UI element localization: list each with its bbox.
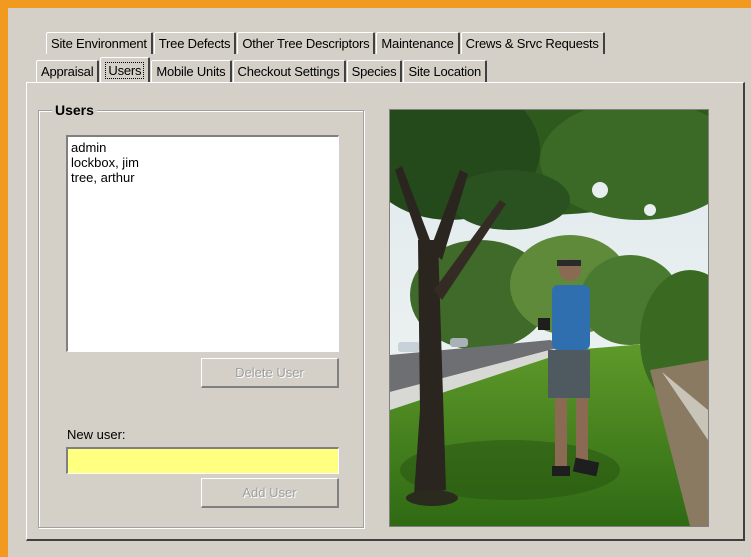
new-user-label: New user: [67,427,126,442]
tab-other-tree-descriptors[interactable]: Other Tree Descriptors [237,32,376,54]
add-user-button[interactable]: Add User [201,478,339,508]
tab-species[interactable]: Species [346,60,403,82]
tab-users[interactable]: Users [100,57,151,82]
tab-tree-defects[interactable]: Tree Defects [153,32,237,54]
tab-maintenance[interactable]: Maintenance [376,32,460,54]
user-list-item[interactable]: lockbox, jim [71,155,335,170]
tab-row-back: Site Environment Tree Defects Other Tree… [46,30,606,54]
tab-mobile-units[interactable]: Mobile Units [151,60,232,82]
add-user-label: Add User [242,485,297,500]
user-list-item[interactable]: admin [71,140,335,155]
delete-user-label: Delete User [235,365,304,380]
user-list-item[interactable]: tree, arthur [71,170,335,185]
users-group-title: Users [52,102,97,118]
tab-users-label: Users [105,61,145,79]
tree-photo-image [390,110,708,526]
tree-photo [389,109,709,527]
tab-site-environment[interactable]: Site Environment [46,32,153,54]
delete-user-button[interactable]: Delete User [201,358,339,388]
tab-checkout-settings[interactable]: Checkout Settings [232,60,346,82]
new-user-input[interactable] [66,447,339,474]
tab-site-location[interactable]: Site Location [403,60,488,82]
tab-crews-srvc-requests[interactable]: Crews & Srvc Requests [460,32,605,54]
tab-row-front: Appraisal Users Mobile Units Checkout Se… [36,57,488,82]
tab-appraisal[interactable]: Appraisal [36,60,100,82]
users-listbox[interactable]: admin lockbox, jim tree, arthur [66,135,339,352]
